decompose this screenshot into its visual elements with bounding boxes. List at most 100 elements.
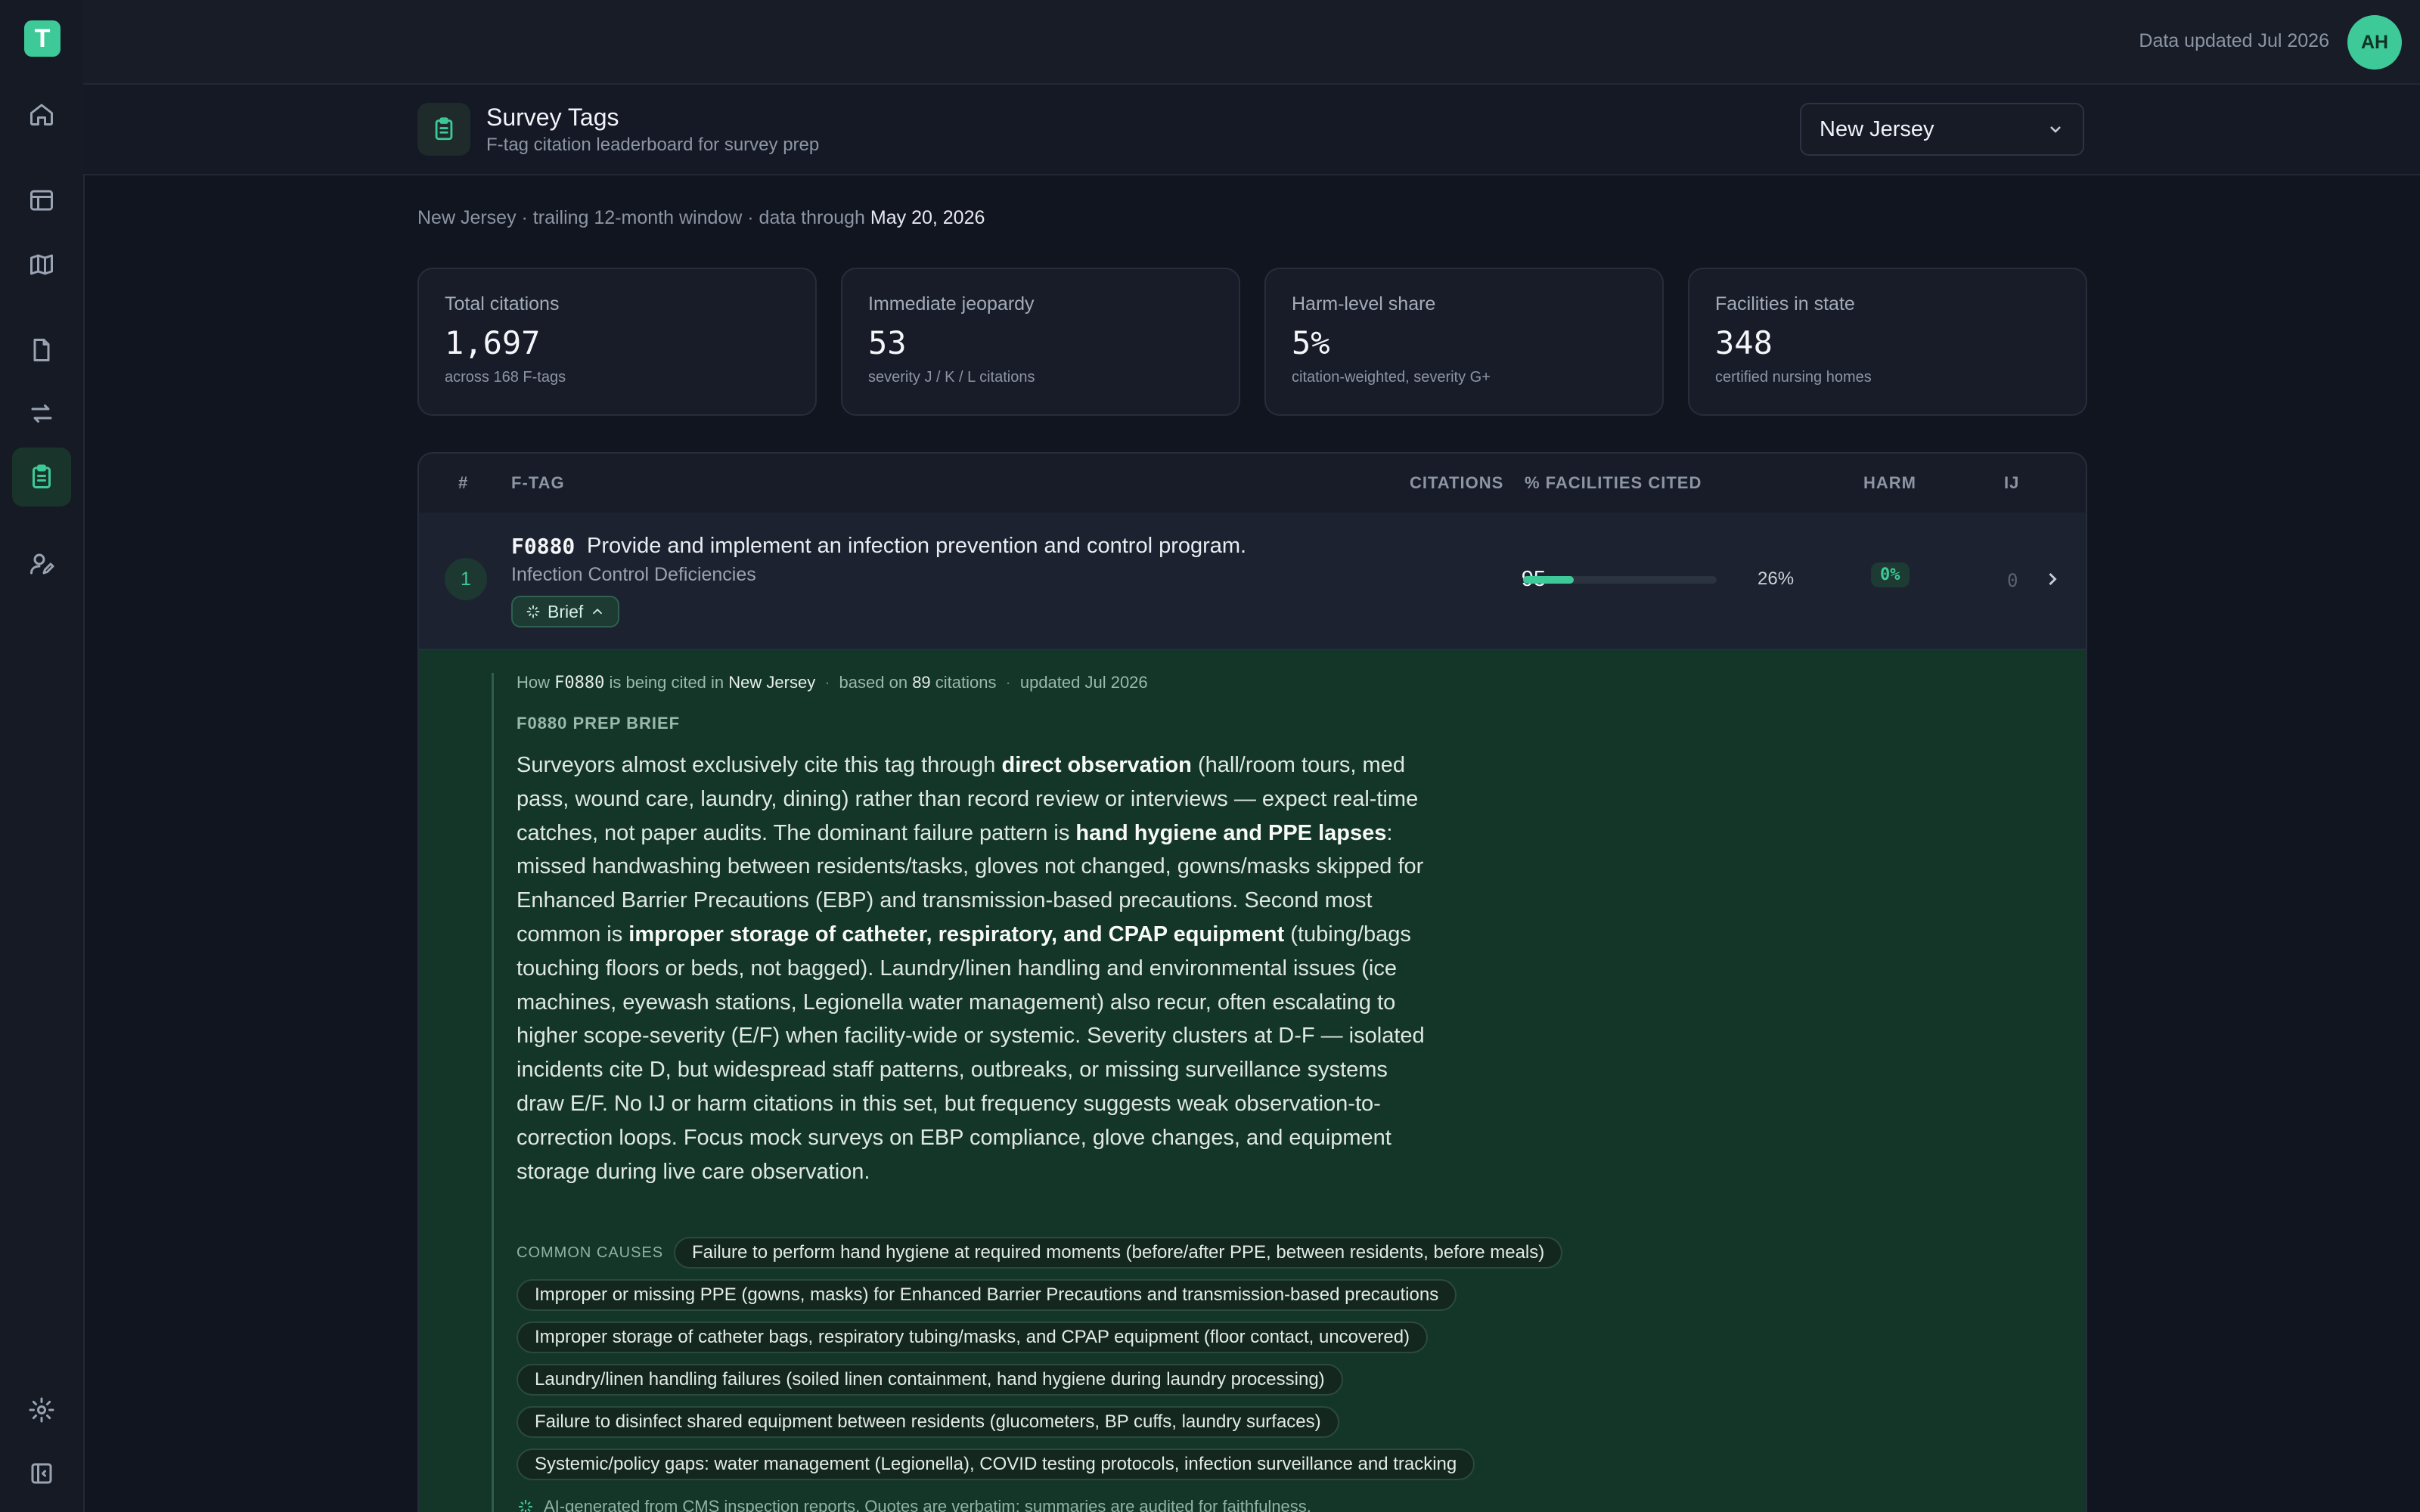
nav-table[interactable] <box>12 171 71 230</box>
prep-brief-panel: How F0880 is being cited in New Jersey · b… <box>419 650 2086 1512</box>
col-facilities-cited[interactable]: % FACILITIES CITED <box>1525 473 1702 493</box>
prep-brief-content: How F0880 is being cited in New Jersey · b… <box>492 673 1563 1512</box>
stat-label: Facilities in state <box>1715 293 1855 314</box>
stat-note: citation-weighted, severity G+ <box>1292 369 1491 386</box>
brief-highlight: hand hygiene and PPE lapses <box>1075 820 1387 845</box>
col-harm[interactable]: HARM <box>1863 473 1916 493</box>
chevron-down-icon <box>2050 126 2061 133</box>
state-select[interactable]: New Jersey <box>1800 103 2084 156</box>
nav-documents[interactable] <box>12 321 71 380</box>
brief-text: (tubing/bags touching floors or beds, no… <box>517 922 1425 1184</box>
page-title: Survey Tags <box>486 104 619 131</box>
rank-badge: 1 <box>445 558 487 600</box>
stat-note: certified nursing homes <box>1715 369 1872 386</box>
map-icon <box>30 254 53 275</box>
cause-chip: Laundry/linen handling failures (soiled … <box>517 1364 1343 1396</box>
nav-home[interactable] <box>12 85 71 144</box>
common-causes-label: COMMON CAUSES <box>517 1244 664 1261</box>
brief-meta-based: based on <box>839 673 908 692</box>
clipboard-icon <box>33 464 51 488</box>
settings-icon <box>29 1397 54 1423</box>
stat-card-facilities: Facilities in state 348 certified nursin… <box>1688 268 2087 416</box>
stat-label: Total citations <box>445 293 560 314</box>
row-open-button[interactable] <box>2042 569 2063 590</box>
ij-value: 0 <box>2007 570 2018 591</box>
col-citations[interactable]: CITATIONS <box>1410 473 1503 493</box>
brief-title: F0880 PREP BRIEF <box>517 714 681 733</box>
facilities-cited-bar-fill <box>1523 576 1574 584</box>
harm-badge: 0% <box>1871 562 1910 587</box>
brief-meta-state: New Jersey <box>728 673 816 692</box>
user-edit-icon <box>30 553 54 575</box>
col-ftag[interactable]: F-TAG <box>511 473 565 493</box>
user-avatar[interactable]: AH <box>2347 15 2402 70</box>
brief-meta-count: 89 <box>912 673 931 692</box>
stat-note: across 168 F-tags <box>445 369 566 386</box>
stat-label: Immediate jeopardy <box>868 293 1035 314</box>
brief-meta-how: How <box>517 673 551 692</box>
ftag-category: Infection Control Deficiencies <box>511 564 756 585</box>
ftag-code: F0880 <box>511 534 576 559</box>
brief-meta-citations: citations <box>935 673 997 692</box>
facilities-cited-bar <box>1523 576 1717 584</box>
transfer-icon <box>31 404 52 423</box>
chevron-up-icon <box>593 608 603 615</box>
brief-highlight: direct observation <box>1001 753 1192 777</box>
nav-map[interactable] <box>12 235 71 294</box>
cause-chip: Failure to disinfect shared equipment be… <box>517 1406 1339 1438</box>
stat-card-total-citations: Total citations 1,697 across 168 F-tags <box>417 268 817 416</box>
table-header: # F-TAG CITATIONS % FACILITIES CITED HAR… <box>419 454 2086 514</box>
state-select-value: New Jersey <box>1820 116 1934 141</box>
sparkle-icon <box>519 1500 532 1512</box>
document-icon <box>33 339 50 361</box>
data-updated-label: Data updated Jul 2026 <box>2139 30 2329 51</box>
page-subtitle: F-tag citation leaderboard for survey pr… <box>486 135 820 155</box>
nav-transfers[interactable] <box>12 384 71 443</box>
brief-meta-updated: updated Jul 2026 <box>1019 673 1148 692</box>
cause-chip: Improper or missing PPE (gowns, masks) f… <box>517 1279 1457 1311</box>
sidebar: T <box>0 0 85 1512</box>
col-ij[interactable]: IJ <box>2004 473 2019 493</box>
stat-value: 5% <box>1292 324 1330 361</box>
brief-toggle-button[interactable]: Brief <box>511 596 620 627</box>
cause-chip: Failure to perform hand hygiene at requi… <box>674 1237 1563 1269</box>
stat-note: severity J / K / L citations <box>868 369 1035 386</box>
ai-footnote: AI-generated from CMS inspection reports… <box>517 1497 1311 1512</box>
brief-meta-code: F0880 <box>554 674 605 692</box>
meta-date: May 20, 2026 <box>870 207 985 228</box>
top-bar: Data updated Jul 2026 AH <box>83 0 2420 85</box>
meta-prefix: New Jersey · trailing 12-month window · … <box>417 207 870 228</box>
brief-text: Surveyors almost exclusively cite this t… <box>517 753 1002 777</box>
stat-label: Harm-level share <box>1292 293 1436 314</box>
brief-body: Surveyors almost exclusively cite this t… <box>517 748 1432 1188</box>
nav-settings[interactable] <box>12 1380 71 1439</box>
clipboard-icon <box>417 103 470 156</box>
ftag-table: # F-TAG CITATIONS % FACILITIES CITED HAR… <box>417 452 2087 1512</box>
brief-highlight: improper storage of catheter, respirator… <box>628 922 1285 947</box>
chevron-right-icon <box>2049 572 2057 586</box>
brief-meta-cited-in: is being cited in <box>609 673 724 692</box>
brief-label: Brief <box>548 601 584 621</box>
ai-footnote-text: AI-generated from CMS inspection reports… <box>544 1497 1311 1512</box>
nav-survey-tags[interactable] <box>12 448 71 507</box>
stat-value: 1,697 <box>445 324 541 361</box>
home-icon <box>30 104 53 125</box>
stat-value: 53 <box>868 324 907 361</box>
sparkle-icon <box>526 605 540 618</box>
table-row[interactable]: 1 F0880 Provide and implement an infecti… <box>419 513 2086 650</box>
brief-meta: How F0880 is being cited in New Jersey · b… <box>517 673 1148 692</box>
table-icon <box>30 190 53 211</box>
nav-collapse-sidebar[interactable] <box>12 1444 71 1503</box>
col-rank: # <box>458 473 469 492</box>
nav-users[interactable] <box>12 534 71 593</box>
app-logo[interactable]: T <box>24 20 60 57</box>
stat-value: 348 <box>1715 324 1773 361</box>
ftag-description: Provide and implement an infection preve… <box>587 534 1247 558</box>
data-window-meta: New Jersey · trailing 12-month window · … <box>417 207 985 229</box>
stat-card-immediate-jeopardy: Immediate jeopardy 53 severity J / K / L… <box>841 268 1240 416</box>
facilities-cited-pct: 26% <box>1758 569 1795 589</box>
page-header: Survey Tags F-tag citation leaderboard f… <box>83 85 2420 175</box>
stat-card-harm-share: Harm-level share 5% citation-weighted, s… <box>1264 268 1664 416</box>
cause-chip: Systemic/policy gaps: water management (… <box>517 1448 1475 1480</box>
cause-chip: Improper storage of catheter bags, respi… <box>517 1321 1429 1353</box>
